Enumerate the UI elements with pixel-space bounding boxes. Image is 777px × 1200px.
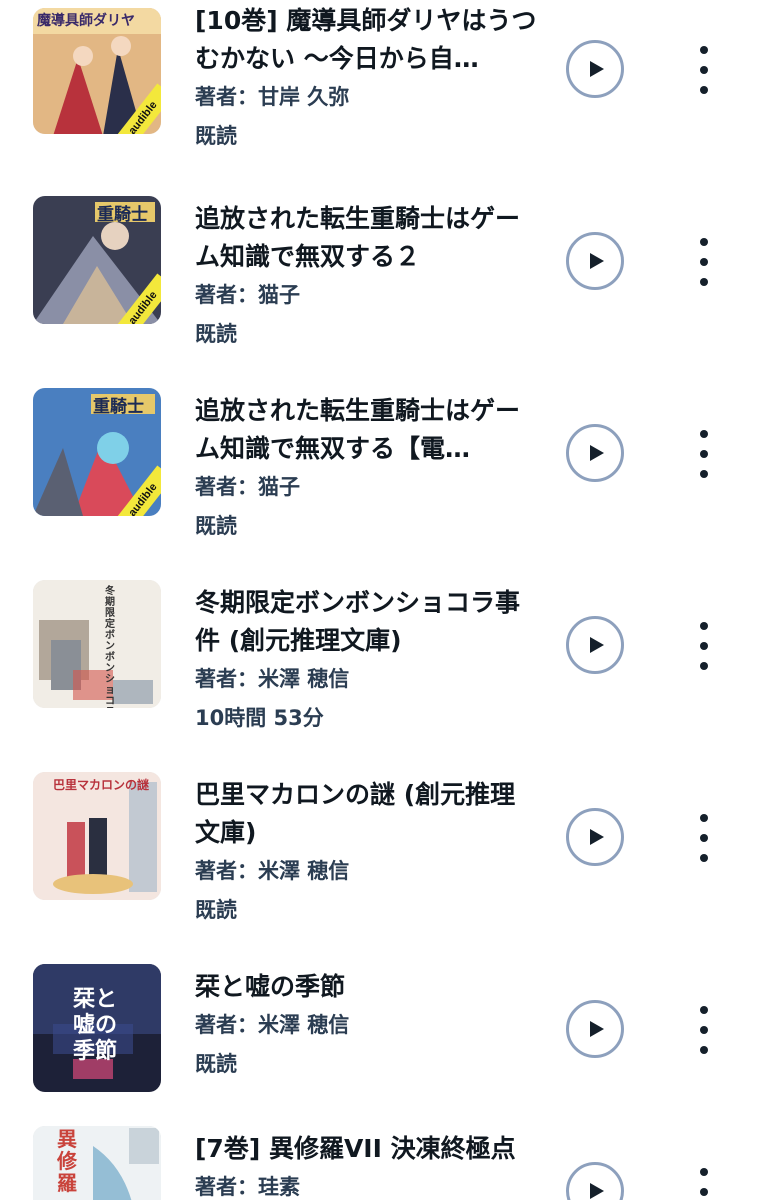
book-author: 著者：甘岸 久弥 [195,85,350,109]
more-vert-icon [700,1006,708,1014]
play-button[interactable] [566,1000,624,1058]
book-author: 著者：猫子 [195,283,300,307]
book-title[interactable]: 栞と嘘の季節 [195,968,540,1006]
book-cover[interactable]: 異修羅 [33,1126,161,1200]
item-text: 冬期限定ボンボンショコラ事件 (創元推理文庫) 著者：米澤 穂信 10時間 53… [195,584,540,738]
play-icon [589,253,604,269]
more-options-button[interactable] [688,46,720,94]
book-cover[interactable]: 重騎士 audible [33,388,161,516]
book-cover[interactable]: 重騎士 audible [33,196,161,324]
cover-title-text: 栞と嘘の季節 [73,986,118,1064]
list-item[interactable]: 冬期限定ボンボンショコラ事件 冬期限定ボンボンショコラ事件 (創元推理文庫) 著… [0,580,777,772]
list-item[interactable]: 重騎士 audible 追放された転生重騎士はゲーム知識で無双する２ 著者：猫子… [0,196,777,388]
cover-title-text: 重騎士 [93,397,144,417]
play-icon [589,1021,604,1037]
play-icon [589,61,604,77]
more-options-button[interactable] [688,622,720,670]
book-author: 著者：猫子 [195,475,300,499]
more-options-button[interactable] [688,814,720,862]
list-item[interactable]: 異修羅 [7巻] 異修羅VII 決凍終極点 著者：珪素 [0,1126,777,1200]
more-options-button[interactable] [688,238,720,286]
cover-title-text: 冬期限定ボンボンショコラ事件 [105,586,115,708]
library-list: 魔導具師ダリヤ audible [10巻] 魔導具師ダリヤはうつむかない ～今日… [0,0,777,1200]
book-cover[interactable]: 冬期限定ボンボンショコラ事件 [33,580,161,708]
cover-title-text: 重騎士 [97,205,148,225]
book-duration: 10時間 53分 [195,706,324,730]
list-item[interactable]: 重騎士 audible 追放された転生重騎士はゲーム知識で無双する【電… 著者：… [0,388,777,580]
more-vert-icon [700,238,708,246]
item-text: 巴里マカロンの謎 (創元推理文庫) 著者：米澤 穂信 既読 [195,776,540,930]
book-cover[interactable]: 巴里マカロンの謎 [33,772,161,900]
cover-title-text: 異修羅 [57,1127,77,1195]
book-title[interactable]: 追放された転生重騎士はゲーム知識で無双する２ [195,200,540,276]
book-title[interactable]: 追放された転生重騎士はゲーム知識で無双する【電… [195,392,540,468]
play-button[interactable] [566,232,624,290]
book-author: 著者：米澤 穂信 [195,1013,350,1037]
play-button[interactable] [566,1162,624,1200]
book-title[interactable]: [10巻] 魔導具師ダリヤはうつむかない ～今日から自… [195,2,540,78]
book-author: 著者：珪素 [195,1175,300,1199]
play-button[interactable] [566,40,624,98]
play-icon [589,829,604,845]
list-item[interactable]: 巴里マカロンの謎 巴里マカロンの謎 (創元推理文庫) 著者：米澤 穂信 既読 [0,772,777,964]
more-vert-icon [700,1168,708,1176]
more-options-button[interactable] [688,430,720,478]
play-button[interactable] [566,808,624,866]
book-author: 著者：米澤 穂信 [195,667,350,691]
play-icon [589,637,604,653]
item-text: 栞と嘘の季節 著者：米澤 穂信 既読 [195,968,540,1084]
play-icon [589,1183,604,1199]
item-text: [7巻] 異修羅VII 決凍終極点 著者：珪素 [195,1130,540,1200]
cover-title-text: 魔導具師ダリヤ [37,13,135,29]
more-options-button[interactable] [688,1006,720,1054]
more-vert-icon [700,814,708,822]
cover-title-text: 巴里マカロンの謎 [53,778,150,792]
book-cover[interactable]: 魔導具師ダリヤ audible [33,8,161,134]
list-item[interactable]: 魔導具師ダリヤ audible [10巻] 魔導具師ダリヤはうつむかない ～今日… [0,2,777,194]
more-vert-icon [700,46,708,54]
book-author: 著者：米澤 穂信 [195,859,350,883]
more-vert-icon [700,622,708,630]
book-status: 既読 [195,1052,237,1076]
cover-art [33,580,161,708]
item-text: [10巻] 魔導具師ダリヤはうつむかない ～今日から自… 著者：甘岸 久弥 既読 [195,2,540,156]
play-icon [589,445,604,461]
play-button[interactable] [566,424,624,482]
book-status: 既読 [195,322,237,346]
book-title[interactable]: [7巻] 異修羅VII 決凍終極点 [195,1130,540,1168]
book-status: 既読 [195,898,237,922]
book-title[interactable]: 巴里マカロンの謎 (創元推理文庫) [195,776,540,852]
more-options-button[interactable] [688,1168,720,1200]
more-vert-icon [700,430,708,438]
play-button[interactable] [566,616,624,674]
item-text: 追放された転生重騎士はゲーム知識で無双する【電… 著者：猫子 既読 [195,392,540,546]
cover-art [33,1126,161,1200]
book-title[interactable]: 冬期限定ボンボンショコラ事件 (創元推理文庫) [195,584,540,660]
book-status: 既読 [195,124,237,148]
item-text: 追放された転生重騎士はゲーム知識で無双する２ 著者：猫子 既読 [195,200,540,354]
book-cover[interactable]: 栞と嘘の季節 [33,964,161,1092]
book-status: 既読 [195,514,237,538]
